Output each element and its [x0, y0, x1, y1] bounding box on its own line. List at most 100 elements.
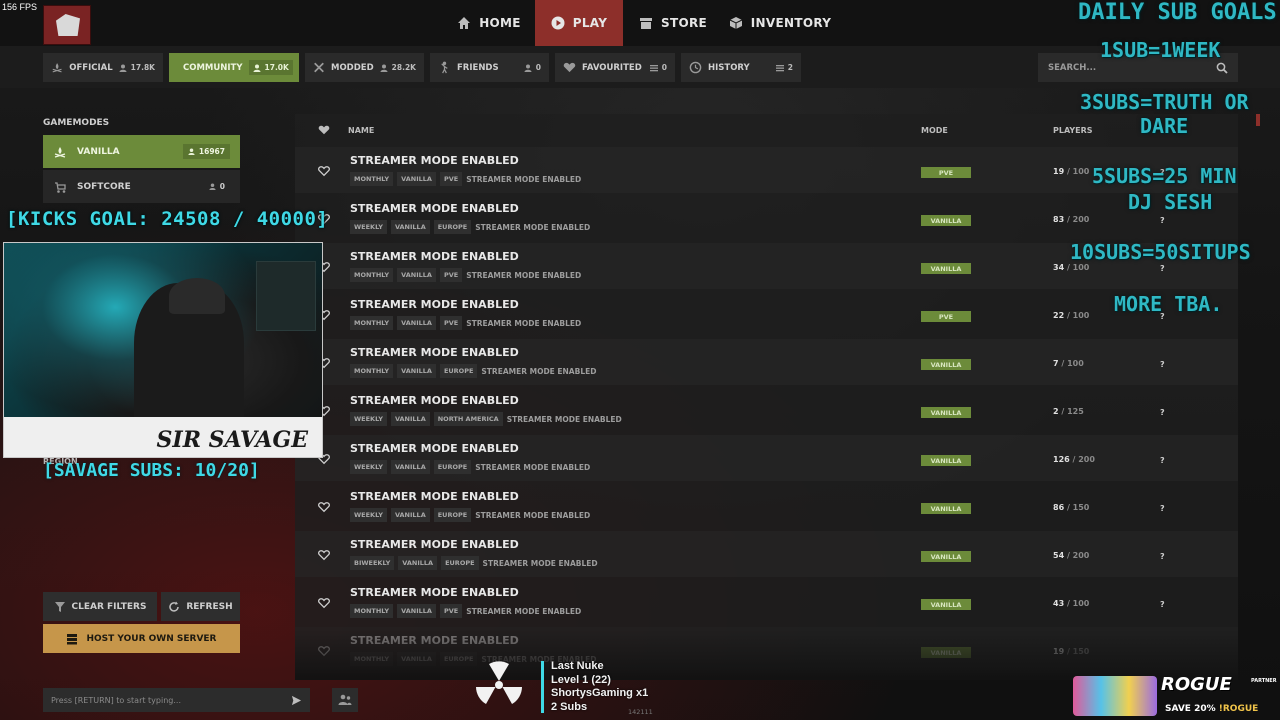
gamemode-vanilla-count-value: 16967	[198, 147, 225, 156]
server-tag: VANILLA	[390, 508, 430, 522]
nav-store[interactable]: STORE	[634, 0, 712, 46]
server-description: STREAMER MODE ENABLED	[481, 366, 597, 376]
play-icon	[551, 16, 565, 30]
rogue-partner: PARTNER	[1251, 678, 1277, 684]
gamemode-vanilla[interactable]: VANILLA 16967	[43, 135, 240, 168]
favourite-heart-icon[interactable]	[318, 549, 330, 561]
refresh-icon	[169, 601, 180, 612]
server-tag: VANILLA	[397, 268, 436, 282]
server-tags: MONTHLY VANILLA PVE STREAMER MODE ENABLED	[350, 604, 581, 618]
server-row[interactable]: STREAMER MODE ENABLED WEEKLY VANILLA EUROPE…	[295, 435, 1238, 481]
list-icon	[775, 64, 784, 71]
server-row[interactable]: STREAMER MODE ENABLED BIWEEKLY VANILLA EURO…	[295, 531, 1238, 577]
tab-favourited[interactable]: FAVOURITED 0	[555, 53, 675, 82]
ping-value: ?	[1160, 360, 1165, 369]
chat-input[interactable]: Press [RETURN] to start typing...	[43, 688, 310, 712]
server-tag: WEEKLY	[350, 460, 387, 474]
mode-badge: VANILLA	[921, 455, 971, 466]
server-name: STREAMER MODE ENABLED	[350, 538, 519, 551]
tab-official-label: OFFICIAL	[69, 62, 113, 73]
player-count: 54 / 200	[1053, 551, 1089, 560]
server-tag: PVE	[439, 316, 463, 330]
search-placeholder: SEARCH...	[1048, 62, 1097, 73]
gamemode-softcore[interactable]: SOFTCORE 0	[43, 170, 240, 203]
tab-friends-count-value: 0	[535, 63, 541, 72]
players-max: / 200	[1066, 215, 1090, 224]
nav-home[interactable]: HOME	[452, 0, 526, 46]
tab-friends[interactable]: FRIENDS 0	[430, 53, 549, 82]
nav-play[interactable]: PLAY	[535, 0, 623, 46]
clear-filters-label: CLEAR FILTERS	[71, 601, 147, 612]
server-name: STREAMER MODE ENABLED	[350, 346, 519, 359]
send-icon[interactable]	[291, 695, 302, 706]
host-server-button[interactable]: HOST YOUR OWN SERVER	[43, 624, 240, 653]
ping-value: ?	[1160, 600, 1165, 609]
radiation-icon	[476, 661, 522, 704]
tab-modded[interactable]: MODDED 28.2K	[305, 53, 424, 82]
stroller-icon	[55, 181, 66, 193]
server-name: STREAMER MODE ENABLED	[350, 586, 519, 599]
server-row[interactable]: STREAMER MODE ENABLEDMONTHLYVANILLAEUROP…	[295, 339, 1238, 385]
server-tag: EUROPE	[433, 460, 472, 474]
favourite-heart-icon[interactable]	[318, 597, 330, 609]
search-icon[interactable]	[1216, 62, 1228, 74]
server-row[interactable]: STREAMER MODE ENABLED WEEKLY VANILLA EUROPE…	[295, 483, 1238, 529]
player-count: 126 / 200	[1053, 455, 1095, 464]
person-icon	[380, 64, 388, 72]
tab-community[interactable]: COMMUNITY 17.0K	[169, 53, 299, 82]
mode-badge: VANILLA	[921, 359, 971, 370]
server-row[interactable]: STREAMER MODE ENABLED MONTHLY VANILLA PVE ST…	[295, 579, 1238, 625]
players-current: 19	[1053, 167, 1065, 176]
box-icon	[729, 17, 743, 29]
gamemode-softcore-count: 0	[204, 179, 230, 194]
header-name[interactable]: NAME	[348, 126, 374, 135]
webcam-poster	[256, 261, 316, 331]
rogue-promo: SAVE 20% !ROGUE	[1165, 704, 1258, 714]
server-tags: BIWEEKLY VANILLA EUROPE STREAMER MODE ENABL…	[350, 556, 598, 570]
goal-5: MORE TBA.	[1114, 292, 1223, 316]
server-tag: MONTHLY	[350, 268, 394, 282]
game-logo[interactable]	[43, 5, 91, 45]
server-tags: MONTHLY VANILLA PVE STREAMER MODE ENABLED	[350, 268, 581, 282]
players-current: 34	[1053, 263, 1065, 272]
header-mode[interactable]: MODE	[921, 126, 948, 135]
tab-official[interactable]: OFFICIAL 17.8K	[43, 53, 163, 82]
mode-badge: PVE	[921, 311, 971, 322]
clear-filters-button[interactable]: CLEAR FILTERS	[43, 592, 157, 621]
player-count: 19 / 100	[1053, 167, 1089, 176]
player-count: 22 / 100	[1053, 311, 1089, 320]
player-count: 43 / 100	[1053, 599, 1089, 608]
tab-community-count: 17.0K	[248, 60, 293, 75]
favourite-heart-icon[interactable]	[318, 501, 330, 513]
server-row[interactable]: STREAMER MODE ENABLED WEEKLY VANILLA EUROPE…	[295, 195, 1238, 241]
server-description: STREAMER MODE ENABLED	[475, 510, 591, 520]
header-players[interactable]: PLAYERS	[1053, 126, 1093, 135]
server-name: STREAMER MODE ENABLED	[350, 490, 519, 503]
server-row[interactable]: STREAMER MODE ENABLED WEEKLY VANILLA NORTH …	[295, 387, 1238, 433]
heart-icon[interactable]	[318, 124, 330, 136]
server-tag: WEEKLY	[350, 508, 387, 522]
server-description: STREAMER MODE ENABLED	[475, 222, 591, 232]
server-name: STREAMER MODE ENABLED	[350, 298, 519, 311]
tab-favourited-count: 0	[649, 63, 667, 72]
mode-badge: VANILLA	[921, 215, 971, 226]
alert-line-2: Level 1 (22)	[551, 673, 611, 686]
rogue-promo-text: SAVE 20%	[1165, 704, 1216, 714]
server-tag: VANILLA	[398, 556, 438, 570]
server-row[interactable]: STREAMER MODE ENABLED MONTHLY VANILLA PVE ST…	[295, 291, 1238, 337]
tab-friends-count: 0	[524, 63, 541, 72]
goal-2a: 3SUBS=TRUTH OR	[1080, 90, 1249, 114]
tab-favourited-count-value: 0	[661, 63, 667, 72]
build-number: 142111	[628, 708, 653, 716]
favourite-heart-icon[interactable]	[318, 165, 330, 177]
mode-badge: VANILLA	[921, 263, 971, 274]
scrollbar[interactable]	[1256, 114, 1260, 126]
server-tag: PVE	[439, 172, 463, 186]
tab-history[interactable]: HISTORY 2	[681, 53, 801, 82]
mode-badge: PVE	[921, 167, 971, 178]
refresh-button[interactable]: REFRESH	[161, 592, 240, 621]
server-tags: WEEKLY VANILLA EUROPE STREAMER MODE ENABLED	[350, 220, 590, 234]
rogue-promo-code: !ROGUE	[1218, 704, 1259, 714]
add-friend-button[interactable]	[332, 688, 358, 712]
nav-inventory[interactable]: INVENTORY	[728, 0, 832, 46]
